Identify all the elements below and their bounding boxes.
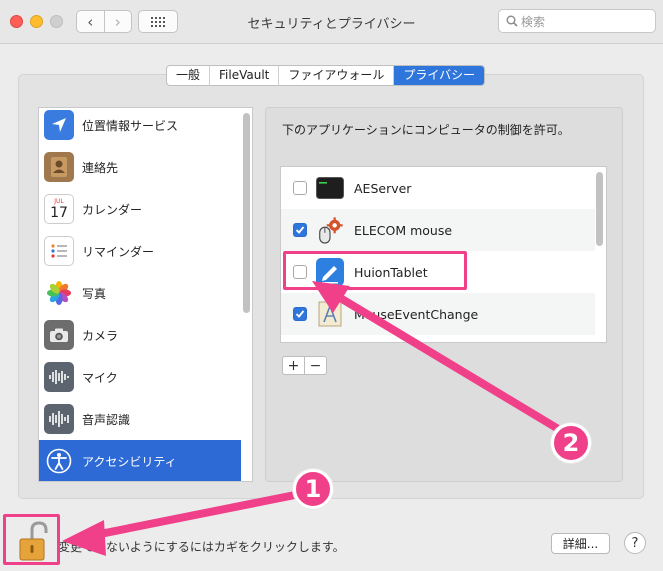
highlight-lock bbox=[3, 514, 60, 565]
camera-icon bbox=[44, 320, 74, 350]
category-camera[interactable]: カメラ bbox=[39, 314, 241, 356]
step-badge-1: 1 bbox=[293, 469, 333, 509]
app-list-scrollbar[interactable] bbox=[596, 172, 603, 246]
photos-flower-icon bbox=[44, 278, 74, 308]
category-speech-recognition[interactable]: 音声認識 bbox=[39, 398, 241, 440]
checkmark-icon bbox=[295, 226, 305, 234]
highlight-huiontablet bbox=[283, 251, 467, 290]
accessibility-person-icon bbox=[44, 446, 74, 476]
category-label: 位置情報サービス bbox=[82, 118, 179, 133]
title-bar: ‹ › セキュリティとプライバシー bbox=[0, 0, 663, 44]
allow-description: 下のアプリケーションにコンピュータの制御を許可。 bbox=[282, 123, 570, 137]
tab-general[interactable]: 一般 bbox=[167, 66, 209, 85]
search-icon bbox=[506, 15, 518, 27]
category-calendar[interactable]: JUL 17 カレンダー bbox=[39, 188, 241, 230]
app-row-aeserver[interactable]: AEServer bbox=[281, 167, 595, 209]
app-row-mouseeventchange[interactable]: MouseEventChange bbox=[281, 293, 595, 335]
category-label: マイク bbox=[82, 370, 118, 385]
category-label: カメラ bbox=[82, 328, 119, 343]
remove-app-button[interactable]: − bbox=[304, 357, 326, 374]
app-name: MouseEventChange bbox=[354, 306, 479, 322]
category-location-services[interactable]: 位置情報サービス bbox=[39, 108, 241, 146]
mouse-gear-icon bbox=[316, 216, 344, 244]
step-badge-2: 2 bbox=[551, 423, 591, 463]
location-arrow-icon bbox=[44, 110, 74, 140]
tab-firewall[interactable]: ファイアウォール bbox=[278, 66, 393, 85]
search-field[interactable] bbox=[498, 9, 656, 33]
app-checkbox-elecom-mouse[interactable] bbox=[293, 223, 307, 237]
app-blueprint-icon bbox=[316, 300, 344, 328]
add-remove-buttons: + − bbox=[282, 356, 327, 375]
category-contacts[interactable]: 連絡先 bbox=[39, 146, 241, 188]
app-row-elecom-mouse[interactable]: ELECOM mouse bbox=[281, 209, 595, 251]
help-button[interactable]: ? bbox=[624, 532, 646, 554]
tab-privacy[interactable]: プライバシー bbox=[393, 66, 485, 85]
search-input[interactable] bbox=[521, 13, 651, 30]
app-name: AEServer bbox=[354, 180, 412, 196]
category-label: カレンダー bbox=[82, 202, 143, 217]
category-reminders[interactable]: リマインダー bbox=[39, 230, 241, 272]
category-label: リマインダー bbox=[82, 244, 155, 259]
lock-message: 変更できないようにするにはカギをクリックします。 bbox=[58, 540, 345, 554]
category-photos[interactable]: 写真 bbox=[39, 272, 241, 314]
app-checkbox-aeserver[interactable] bbox=[293, 181, 307, 195]
category-label: アクセシビリティ bbox=[82, 454, 177, 469]
terminal-icon bbox=[316, 174, 344, 202]
contacts-book-icon bbox=[44, 152, 74, 182]
microphone-waveform-icon bbox=[44, 362, 74, 392]
speech-waveform-icon bbox=[44, 404, 74, 434]
checkmark-icon bbox=[295, 310, 305, 318]
tab-filevault[interactable]: FileVault bbox=[209, 66, 278, 85]
tab-bar: 一般 FileVault ファイアウォール プライバシー bbox=[166, 65, 486, 86]
add-app-button[interactable]: + bbox=[283, 357, 304, 374]
category-list-scrollbar[interactable] bbox=[243, 113, 250, 313]
category-accessibility[interactable]: アクセシビリティ bbox=[39, 440, 241, 481]
app-checkbox-mouseeventchange[interactable] bbox=[293, 307, 307, 321]
category-label: 写真 bbox=[82, 286, 107, 301]
app-name: ELECOM mouse bbox=[354, 222, 453, 238]
reminders-list-icon bbox=[44, 236, 74, 266]
privacy-category-list[interactable]: 位置情報サービス 連絡先 JUL 17 カレンダー リマインダー 写真 カメラ … bbox=[38, 107, 253, 482]
advanced-details-button[interactable]: 詳細... bbox=[551, 533, 610, 554]
category-microphone[interactable]: マイク bbox=[39, 356, 241, 398]
calendar-icon: JUL 17 bbox=[44, 194, 74, 224]
category-label: 連絡先 bbox=[82, 160, 119, 175]
category-label: 音声認識 bbox=[82, 412, 131, 427]
